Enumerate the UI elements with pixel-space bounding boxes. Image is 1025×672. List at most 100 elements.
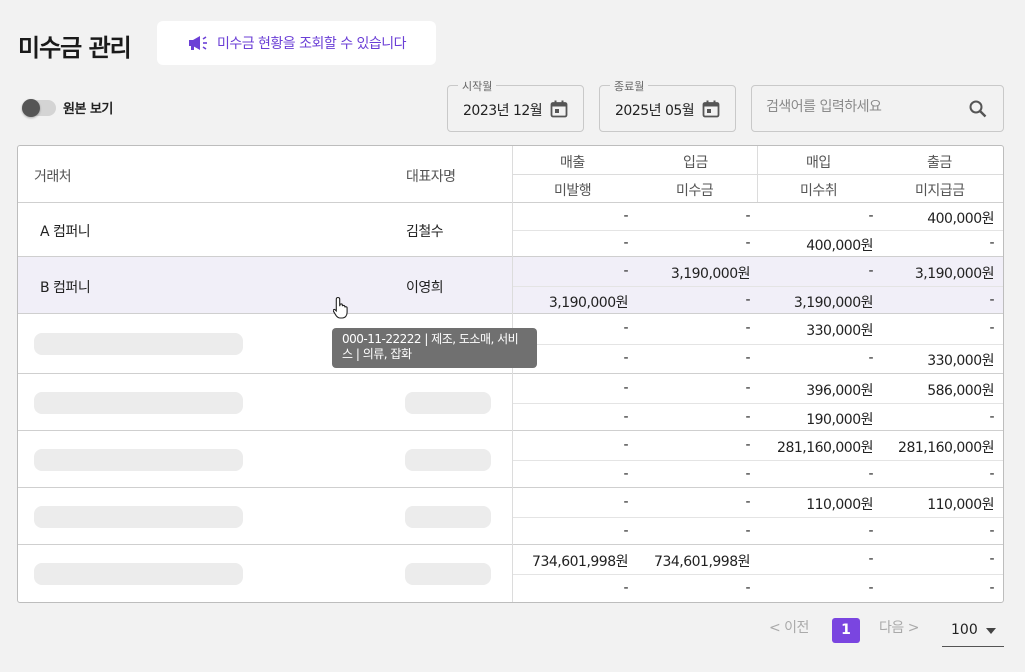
end-month-field[interactable]: 종료월 2025년 05월: [599, 78, 736, 132]
receivables-table: 거래처 대표자명 매출 입금 매입 출금 미발행 미수금 미수취 미지급금 A …: [17, 145, 1004, 603]
amount-cell: -: [745, 436, 750, 453]
amount-cell: -: [623, 207, 628, 224]
start-month-field[interactable]: 시작월 2023년 12월: [447, 78, 584, 132]
amount-cell: 190,000원: [806, 411, 873, 428]
header-withdraw: 출금: [927, 155, 952, 171]
client-name-skeleton: [34, 449, 243, 471]
amount-cell: -: [623, 350, 628, 366]
amount-cell: 3,190,000원: [670, 265, 751, 282]
row-mid-divider: [512, 517, 1003, 518]
client-name-skeleton: [34, 392, 243, 414]
start-month-label: 시작월: [458, 78, 497, 94]
amount-cell: 330,000원: [927, 353, 994, 369]
amount-cell: -: [989, 550, 994, 567]
business-info-tooltip: 000-11-22222 | 제조, 도소매, 서비스 | 의류, 잡화: [332, 328, 537, 368]
header-deposit: 입금: [683, 155, 708, 171]
amount-cell: -: [745, 465, 750, 482]
amount-cell: 734,601,998원: [532, 553, 628, 570]
amount-cell: -: [745, 234, 750, 251]
amount-cell: 3,190,000원: [914, 265, 995, 282]
amount-cell: -: [623, 379, 628, 396]
client-name-skeleton: [34, 333, 243, 355]
prev-page-button[interactable]: < 이전: [769, 617, 809, 637]
table-row[interactable]: - - 396,000원 586,000원 - - 190,000원 -: [18, 374, 1003, 431]
page-size-select[interactable]: 100: [942, 614, 1004, 647]
row-mid-divider: [512, 230, 1003, 231]
amount-cell: 400,000원: [927, 210, 994, 227]
table-row[interactable]: - - 281,160,000원 281,160,000원 - - - -: [18, 431, 1003, 488]
row-mid-divider: [512, 286, 1003, 287]
client-name: A 컴퍼니: [40, 224, 91, 240]
amount-cell: -: [868, 350, 873, 366]
table-row[interactable]: B 컴퍼니 이영희 - 3,190,000원 - 3,190,000원 3,190,000원…: [18, 257, 1003, 314]
amount-cell: -: [745, 579, 750, 596]
chevron-down-icon: [986, 628, 996, 634]
rep-name: 김철수: [406, 224, 444, 240]
amount-cell: 400,000원: [806, 237, 873, 254]
notice-text: 미수금 현황을 조회할 수 있습니다: [216, 36, 407, 52]
amount-cell: -: [623, 465, 628, 482]
original-view-toggle[interactable]: 원본 보기: [22, 98, 113, 117]
page-1-button[interactable]: 1: [832, 618, 860, 643]
amount-cell: 586,000원: [927, 382, 994, 399]
rep-name-skeleton: [405, 506, 491, 528]
header-unreceived: 미수취: [800, 183, 838, 199]
hand-cursor-icon: [332, 296, 351, 324]
row-mid-divider: [512, 344, 1003, 345]
header-client[interactable]: 거래처: [34, 166, 72, 186]
client-name: B 컴퍼니: [40, 280, 91, 296]
header-rep[interactable]: 대표자명: [406, 166, 456, 186]
table-row[interactable]: 734,601,998원 734,601,998원 - - - - - -: [18, 545, 1003, 602]
search-input[interactable]: [766, 99, 956, 115]
page-title: 미수금 관리: [18, 34, 132, 62]
amount-cell: -: [868, 207, 873, 224]
amount-cell: -: [745, 320, 750, 336]
client-name-skeleton: [34, 563, 243, 585]
table-row[interactable]: A 컴퍼니 김철수 - - - 400,000원 - - 400,000원 -: [18, 203, 1003, 257]
toggle-label: 원본 보기: [63, 102, 113, 117]
search-box[interactable]: [751, 85, 1004, 132]
calendar-icon[interactable]: [701, 99, 721, 123]
header-unpaid: 미지급금: [915, 183, 965, 199]
rep-name-skeleton: [405, 449, 491, 471]
amount-cell: -: [623, 408, 628, 425]
amount-cell: -: [623, 436, 628, 453]
amount-cell: 734,601,998원: [654, 553, 750, 570]
amount-cell: -: [623, 262, 628, 279]
next-page-button[interactable]: 다음 >: [879, 617, 919, 637]
amount-cell: -: [745, 493, 750, 510]
amount-cell: -: [868, 579, 873, 596]
amount-cell: 396,000원: [806, 382, 873, 399]
toggle-switch[interactable]: [22, 98, 56, 117]
amount-cell: -: [623, 522, 628, 539]
rep-name-skeleton: [405, 392, 491, 414]
amount-cell: -: [989, 234, 994, 251]
amount-cell: -: [868, 262, 873, 279]
amount-cell: 3,190,000원: [548, 294, 629, 311]
amount-cell: -: [745, 379, 750, 396]
toggle-knob: [22, 98, 40, 117]
rep-name-skeleton: [405, 563, 491, 585]
header-unissued: 미발행: [554, 183, 592, 199]
amount-cell: -: [989, 408, 994, 425]
amount-cell: -: [745, 522, 750, 539]
amount-cell: -: [868, 550, 873, 567]
amount-cell: -: [745, 291, 750, 308]
amount-cell: -: [745, 408, 750, 425]
notice-banner: 미수금 현황을 조회할 수 있습니다: [157, 21, 436, 65]
calendar-icon[interactable]: [549, 99, 569, 123]
amount-cell: 3,190,000원: [793, 294, 874, 311]
rep-name: 이영희: [406, 280, 444, 296]
amount-cell: 330,000원: [806, 323, 873, 339]
amount-cell: -: [989, 579, 994, 596]
amount-cell: -: [623, 579, 628, 596]
amount-cell: -: [989, 522, 994, 539]
search-icon[interactable]: [968, 99, 988, 123]
client-name-skeleton: [34, 506, 243, 528]
amount-cell: -: [623, 320, 628, 336]
row-mid-divider: [512, 460, 1003, 461]
megaphone-icon: [187, 34, 209, 52]
table-row[interactable]: - - 110,000원 110,000원 - - - -: [18, 488, 1003, 545]
header-bottom-border: [18, 202, 1003, 203]
column-divider: [512, 146, 513, 602]
